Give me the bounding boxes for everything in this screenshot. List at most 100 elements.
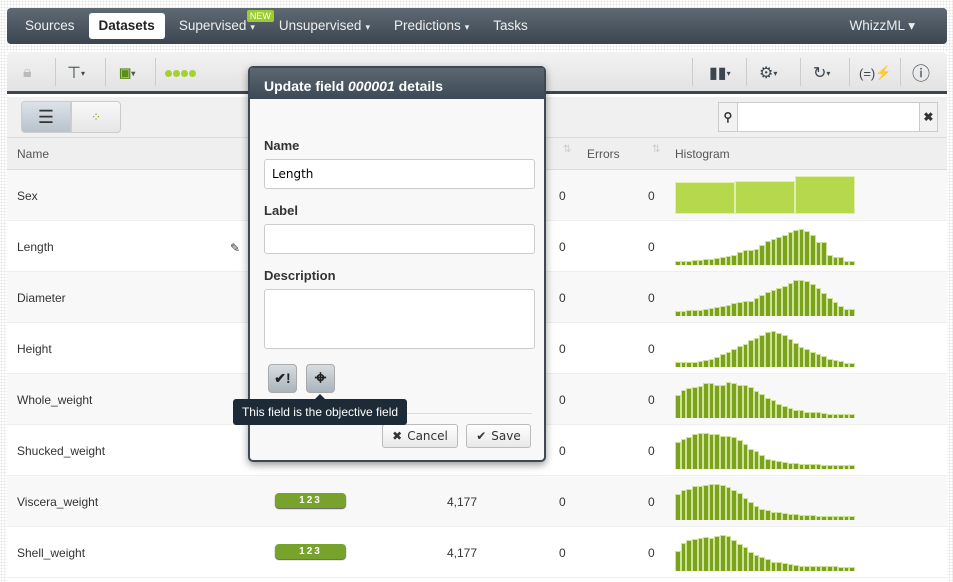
nav-datasets[interactable]: Datasets [88, 13, 165, 39]
info-icon[interactable]: ⓘ [912, 62, 930, 84]
search-input[interactable] [736, 103, 920, 131]
crosshair-icon: ⌖ [314, 367, 327, 389]
histogram-bar [849, 515, 855, 520]
check-icon: ✔ [476, 429, 487, 443]
objective-field-button[interactable]: ⌖ [306, 364, 335, 393]
status-dots-icon [165, 62, 197, 84]
sort-icon[interactable]: ⇅ [563, 144, 571, 155]
sort-icon[interactable]: ⇅ [652, 144, 660, 155]
histogram-bar [849, 260, 855, 265]
errors-value: 0 [648, 495, 655, 509]
nav-unsupervised-label: Unsupervised [278, 18, 362, 33]
tree-icon[interactable]: ⊤ ▾ [67, 62, 85, 84]
histogram[interactable] [675, 176, 855, 214]
histogram[interactable] [675, 380, 855, 418]
errors-value: 0 [648, 393, 655, 407]
edit-pencil-icon[interactable]: ✎ [230, 241, 240, 255]
divider [849, 58, 850, 86]
histogram[interactable] [675, 278, 855, 316]
field-name[interactable]: Height [17, 342, 52, 356]
sample-icon[interactable]: ▣ ▾ [119, 62, 135, 84]
missing-value: 0 [559, 240, 566, 254]
scatter-view-button[interactable]: ⁘ [71, 101, 121, 133]
divider [800, 58, 801, 86]
cancel-button[interactable]: ✖ Cancel [382, 424, 458, 448]
nav-supervised-label: Supervised [178, 18, 247, 33]
count-value: 4,177 [447, 495, 478, 509]
histogram-bar [849, 567, 855, 571]
close-icon: ✖ [392, 429, 403, 443]
batch-icon[interactable]: ↻ ▾ [813, 62, 830, 84]
histogram[interactable] [675, 227, 855, 265]
histogram-bar [735, 180, 795, 214]
field-name[interactable]: Sex [17, 189, 38, 203]
missing-value: 0 [559, 393, 566, 407]
name-label: Name [264, 138, 300, 153]
errors-value: 0 [648, 342, 655, 356]
histogram-bar [795, 176, 855, 214]
field-name[interactable]: Length [17, 240, 54, 254]
nav-tasks[interactable]: Tasks [483, 13, 538, 39]
label-input[interactable] [264, 224, 535, 254]
divider [692, 58, 693, 86]
errors-value: 0 [648, 240, 655, 254]
nav-predictions[interactable]: Predictions ▾ [384, 13, 479, 39]
missing-value: 0 [559, 546, 566, 560]
gears-icon[interactable]: ⚙ ▾ [759, 62, 777, 84]
search-box: ⚲ ✖ [718, 102, 938, 132]
divider [746, 58, 747, 86]
field-name[interactable]: Diameter [17, 291, 66, 305]
list-icon: ☰ [37, 106, 55, 127]
field-name[interactable]: Viscera_weight [17, 495, 98, 509]
field-name[interactable]: Shucked_weight [17, 444, 105, 458]
header-errors[interactable]: Errors [587, 147, 620, 161]
name-input[interactable] [264, 159, 535, 189]
formula-icon[interactable]: (=) ⚡ [859, 62, 891, 84]
histogram[interactable] [675, 482, 855, 520]
divider [55, 58, 56, 86]
table-row[interactable]: Shell_weight 123 4,177 0 0 [7, 527, 947, 578]
nav-sources[interactable]: Sources [15, 13, 85, 39]
optype-numeric-badge: 123 [275, 544, 346, 559]
preferred-field-button[interactable]: ✔! [268, 364, 297, 393]
histogram[interactable] [675, 431, 855, 469]
errors-value: 0 [648, 444, 655, 458]
field-name[interactable]: Whole_weight [17, 393, 92, 407]
errors-value: 0 [648, 189, 655, 203]
field-name[interactable]: Shell_weight [17, 546, 85, 560]
chart-gear-icon[interactable]: ▮▮ ▾ [709, 62, 731, 84]
save-button[interactable]: ✔ Save [466, 424, 531, 448]
label-label: Label [264, 203, 298, 218]
lock-icon[interactable]: 🔒︎ [23, 62, 32, 84]
list-view-button[interactable]: ☰ [21, 101, 71, 133]
histogram[interactable] [675, 329, 855, 367]
nav-whizzml[interactable]: WhizzML ▾ [839, 13, 925, 39]
histogram-bar [849, 464, 855, 469]
caret-down-icon: ▾ [464, 22, 470, 32]
description-textarea[interactable] [264, 289, 535, 349]
divider [105, 58, 106, 86]
objective-field-tooltip: This field is the objective field [233, 394, 407, 425]
nav-supervised[interactable]: Supervised ▾ NEW [169, 10, 274, 39]
missing-value: 0 [559, 495, 566, 509]
clear-search-button[interactable]: ✖ [919, 103, 937, 131]
histogram-bar [849, 413, 855, 418]
caret-down-icon: ▾ [365, 22, 370, 32]
missing-value: 0 [559, 444, 566, 458]
table-row[interactable]: Viscera_weight 123 4,177 0 0 [7, 476, 947, 527]
histogram-bar [849, 363, 855, 367]
histogram-bar [675, 181, 735, 214]
scatter-search-icon: ⁘ [90, 110, 102, 124]
search-icon: ⚲ [719, 103, 737, 131]
header-name[interactable]: Name [17, 147, 49, 161]
errors-value: 0 [648, 291, 655, 305]
divider [155, 58, 156, 86]
divider [900, 58, 901, 86]
histogram[interactable] [675, 533, 855, 571]
errors-value: 0 [648, 546, 655, 560]
nav-predictions-label: Predictions [393, 18, 461, 33]
missing-value: 0 [559, 291, 566, 305]
missing-value: 0 [559, 342, 566, 356]
check-exclamation-icon: ✔! [274, 370, 291, 386]
nav-unsupervised[interactable]: Unsupervised ▾ [269, 13, 380, 39]
